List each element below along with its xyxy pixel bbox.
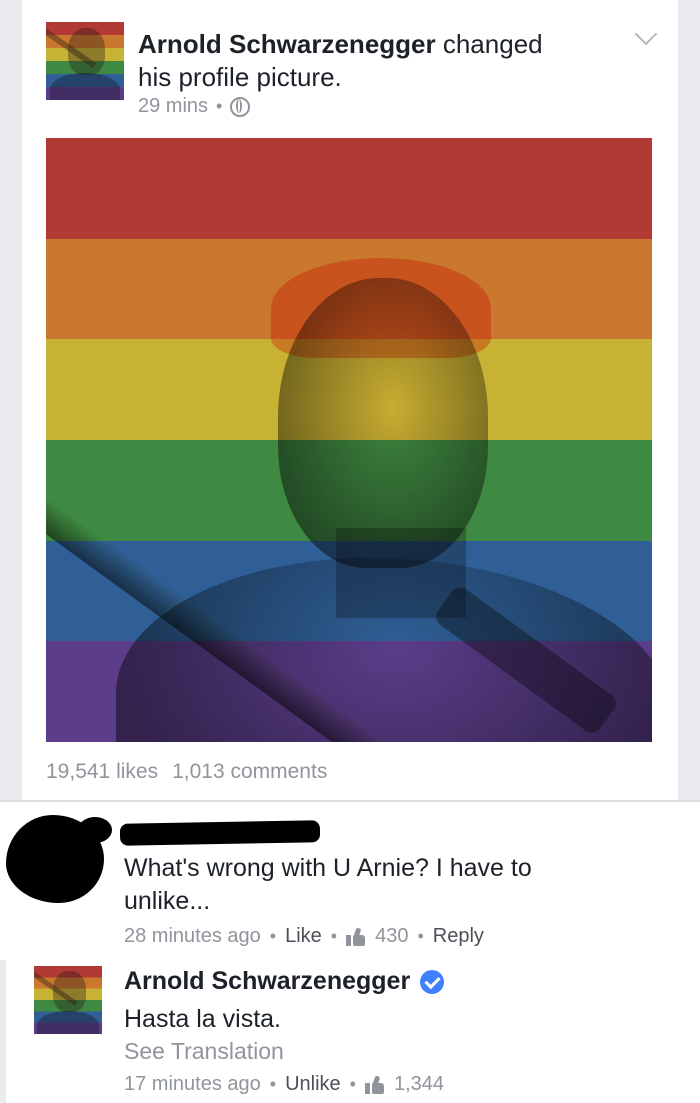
post-header: Arnold Schwarzenegger changed his profil…: [138, 28, 578, 94]
post-stats: 19,541 likes 1,013 comments: [46, 760, 327, 784]
reply-unlike-button[interactable]: Unlike: [285, 1073, 341, 1096]
reply-author-name[interactable]: Arnold Schwarzenegger: [124, 967, 410, 996]
reply-author: Arnold Schwarzenegger: [124, 967, 445, 996]
chevron-down-icon[interactable]: [634, 22, 658, 46]
reply-timestamp[interactable]: 17 minutes ago: [124, 1073, 261, 1096]
post-meta: 29 mins •: [138, 95, 251, 118]
post-card: Arnold Schwarzenegger changed his profil…: [0, 0, 700, 802]
meta-separator: •: [216, 96, 223, 116]
comment-like-count[interactable]: 430: [375, 925, 408, 948]
reply-thread-line: [0, 960, 6, 1103]
redacted-avatar: [6, 815, 112, 903]
post-author-name[interactable]: Arnold Schwarzenegger: [138, 29, 436, 59]
comment-reply-button[interactable]: Reply: [433, 925, 484, 948]
profile-photo[interactable]: [46, 138, 652, 742]
post-comments-count[interactable]: 1,013 comments: [172, 760, 327, 784]
comment-meta: 28 minutes ago • Like • 430 • Reply: [124, 925, 484, 948]
thumbs-up-icon: [346, 926, 366, 946]
reply-text: Hasta la vista.: [124, 1005, 282, 1033]
globe-icon[interactable]: [230, 96, 251, 117]
post-likes-count[interactable]: 19,541 likes: [46, 760, 158, 784]
see-translation-link[interactable]: See Translation: [124, 1038, 284, 1065]
facebook-post-screenshot: Arnold Schwarzenegger changed his profil…: [0, 0, 700, 1103]
post-timestamp[interactable]: 29 mins: [138, 95, 208, 118]
verified-badge-icon: [420, 969, 445, 994]
redacted-commenter-name: [119, 820, 321, 846]
comment-text: What's wrong with U Arnie? I have to unl…: [124, 854, 532, 915]
comment-timestamp[interactable]: 28 minutes ago: [124, 925, 261, 948]
reply-meta: 17 minutes ago • Unlike • 1,344: [124, 1073, 445, 1096]
reply-like-count[interactable]: 1,344: [394, 1073, 444, 1096]
flag-stripe: [46, 138, 652, 239]
thumbs-up-icon: [364, 1074, 385, 1094]
post-author-avatar[interactable]: [46, 22, 124, 100]
reply-author-avatar[interactable]: [34, 966, 102, 1034]
comment-like-button[interactable]: Like: [285, 925, 322, 948]
